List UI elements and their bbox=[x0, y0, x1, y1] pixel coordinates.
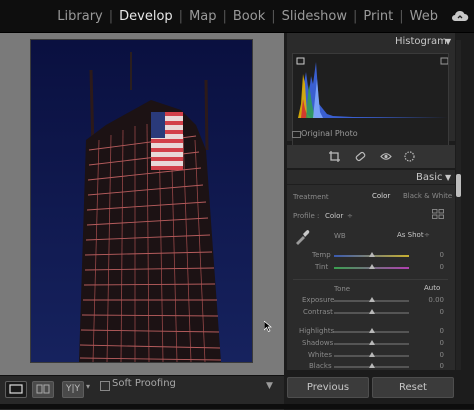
before-after-lr-icon bbox=[36, 384, 50, 394]
spot-removal-icon[interactable] bbox=[355, 151, 366, 162]
module-map[interactable]: Map bbox=[183, 9, 222, 24]
treatment-bw-option[interactable]: Black & White bbox=[403, 192, 452, 200]
image-canvas[interactable] bbox=[0, 33, 284, 375]
soft-proofing-label: Soft Proofing bbox=[112, 378, 176, 389]
highlights-slider-thumb[interactable] bbox=[369, 328, 375, 333]
previous-button[interactable]: Previous bbox=[287, 377, 369, 398]
module-list: Library | Develop | Map | Book | Slidesh… bbox=[51, 7, 444, 25]
histogram-title[interactable]: Histogram bbox=[395, 36, 447, 47]
histogram-collapse-icon[interactable]: ▼ bbox=[445, 37, 451, 46]
wb-dropdown-icon[interactable]: ÷ bbox=[424, 231, 430, 239]
shadow-clipping-icon[interactable] bbox=[296, 57, 305, 65]
shadows-slider-thumb[interactable] bbox=[369, 340, 375, 345]
red-eye-icon[interactable] bbox=[380, 152, 392, 161]
profile-browser-icon[interactable] bbox=[432, 209, 444, 219]
profile-dropdown-icon[interactable]: ÷ bbox=[347, 212, 353, 220]
module-print[interactable]: Print bbox=[357, 9, 399, 24]
right-panel: Histogram ▼ Original Photo Basic ▼ Treat… bbox=[284, 33, 474, 409]
module-develop[interactable]: Develop bbox=[113, 9, 179, 24]
reset-button[interactable]: Reset bbox=[372, 377, 454, 398]
blacks-value[interactable]: 0 bbox=[404, 362, 444, 370]
module-picker-bar: Library | Develop | Map | Book | Slidesh… bbox=[0, 0, 474, 33]
module-web[interactable]: Web bbox=[404, 9, 444, 24]
exposure-label: Exposure bbox=[302, 296, 335, 304]
blacks-slider-thumb[interactable] bbox=[369, 363, 375, 368]
tint-value[interactable]: 0 bbox=[404, 263, 444, 271]
tool-strip bbox=[287, 145, 455, 168]
exposure-slider-thumb[interactable] bbox=[369, 297, 375, 302]
contrast-slider-thumb[interactable] bbox=[369, 309, 375, 314]
profile-value[interactable]: Color bbox=[325, 212, 343, 220]
contrast-label: Contrast bbox=[303, 308, 333, 316]
contrast-value[interactable]: 0 bbox=[404, 308, 444, 316]
photo-preview[interactable] bbox=[31, 40, 252, 362]
panel-scrollbar[interactable] bbox=[456, 174, 461, 197]
view-mode-dropdown-icon[interactable]: ▾ bbox=[86, 382, 90, 391]
original-photo-checkbox[interactable] bbox=[292, 131, 301, 138]
tone-label: Tone bbox=[334, 285, 351, 293]
panel-scroll-track[interactable] bbox=[456, 40, 461, 370]
whites-slider-thumb[interactable] bbox=[369, 352, 375, 357]
exposure-value[interactable]: 0.00 bbox=[404, 296, 444, 304]
temp-label: Temp bbox=[312, 251, 331, 259]
tint-label: Tint bbox=[315, 263, 329, 271]
masking-icon[interactable] bbox=[404, 151, 415, 162]
before-after-yy-button[interactable]: Y|Y bbox=[62, 381, 84, 398]
tone-divider bbox=[293, 279, 448, 280]
loupe-view-button[interactable] bbox=[5, 381, 27, 398]
basic-header-divider bbox=[287, 184, 455, 185]
blacks-label: Blacks bbox=[309, 362, 332, 370]
highlights-value[interactable]: 0 bbox=[404, 327, 444, 335]
wb-label: WB bbox=[334, 232, 346, 240]
basic-collapse-icon[interactable]: ▼ bbox=[445, 173, 451, 182]
profile-label: Profile : bbox=[293, 212, 320, 220]
cloud-sync-icon[interactable] bbox=[451, 9, 469, 23]
tone-auto-button[interactable]: Auto bbox=[424, 284, 440, 292]
filmstrip-edge[interactable] bbox=[0, 404, 474, 409]
module-slideshow[interactable]: Slideshow bbox=[276, 9, 353, 24]
shadows-label: Shadows bbox=[302, 339, 334, 347]
treatment-color-option[interactable]: Color bbox=[372, 192, 390, 200]
highlights-label: Highlights bbox=[299, 327, 335, 335]
wb-eyedropper-icon[interactable] bbox=[294, 229, 310, 245]
treatment-label: Treatment bbox=[293, 193, 329, 201]
original-photo-label: Original Photo bbox=[301, 129, 358, 138]
module-library[interactable]: Library bbox=[51, 9, 108, 24]
temp-value[interactable]: 0 bbox=[404, 251, 444, 259]
before-after-lr-button[interactable] bbox=[32, 381, 54, 398]
tint-slider-thumb[interactable] bbox=[369, 264, 375, 269]
mouse-cursor-icon bbox=[264, 321, 272, 332]
whites-value[interactable]: 0 bbox=[404, 351, 444, 359]
toolbar-menu-icon[interactable]: ▼ bbox=[266, 381, 273, 391]
wb-value[interactable]: As Shot bbox=[397, 231, 424, 239]
basic-title[interactable]: Basic bbox=[416, 172, 442, 183]
loupe-view-icon bbox=[9, 384, 23, 394]
whites-label: Whites bbox=[308, 351, 333, 359]
shadows-value[interactable]: 0 bbox=[404, 339, 444, 347]
module-book[interactable]: Book bbox=[227, 9, 271, 24]
crop-icon[interactable] bbox=[329, 151, 340, 162]
highlight-clipping-icon[interactable] bbox=[440, 57, 448, 65]
temp-slider-thumb[interactable] bbox=[369, 252, 375, 257]
soft-proofing-checkbox[interactable] bbox=[100, 381, 110, 391]
